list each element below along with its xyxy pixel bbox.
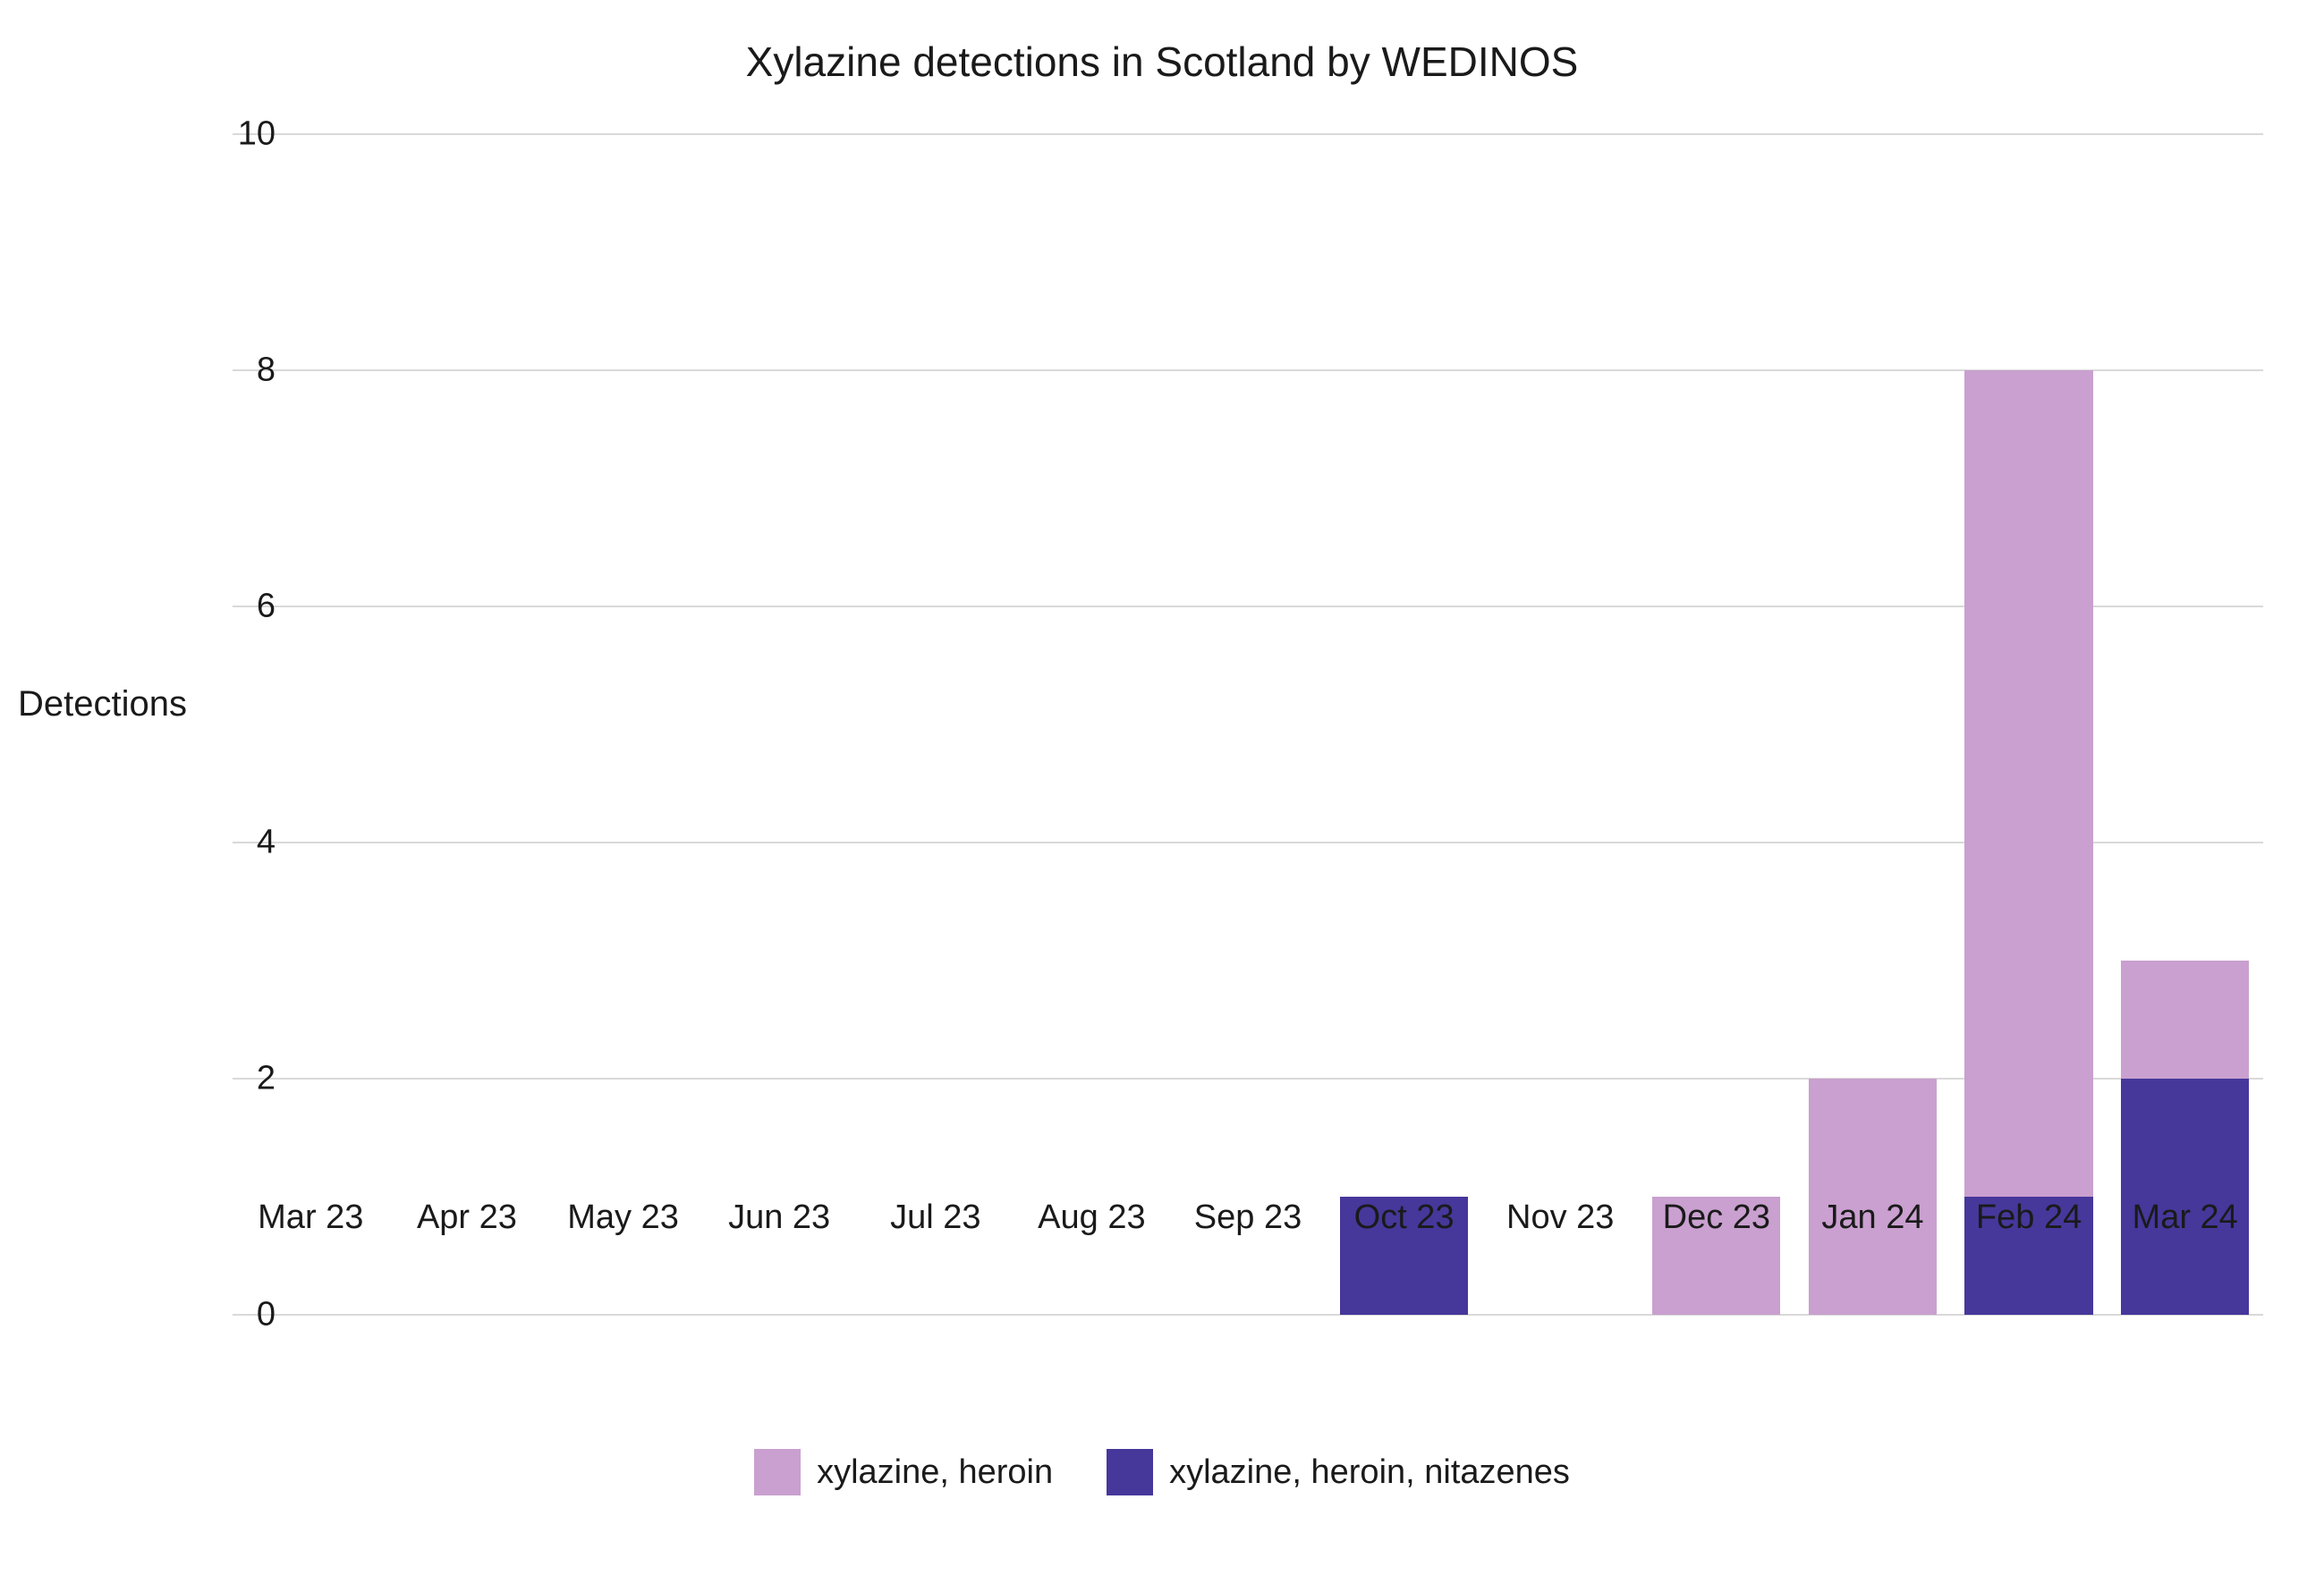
y-tick-label: 4 bbox=[204, 824, 276, 862]
y-tick-label: 2 bbox=[204, 1060, 276, 1098]
x-tick-label: Mar 23 bbox=[258, 1199, 363, 1237]
grid-line bbox=[233, 842, 2263, 843]
x-tick-label: Jul 23 bbox=[890, 1199, 980, 1237]
grid-line bbox=[233, 606, 2263, 607]
y-axis-label: Detections bbox=[18, 684, 187, 724]
legend-item: xylazine, heroin, nitazenes bbox=[1107, 1449, 1570, 1495]
legend-item: xylazine, heroin bbox=[754, 1449, 1053, 1495]
grid-line bbox=[233, 369, 2263, 371]
x-tick-label: Oct 23 bbox=[1354, 1199, 1455, 1237]
x-tick-label: Dec 23 bbox=[1663, 1199, 1770, 1237]
x-tick-label: Jun 23 bbox=[728, 1199, 830, 1237]
grid-line bbox=[233, 1314, 2263, 1316]
y-tick-label: 6 bbox=[204, 588, 276, 626]
bar-segment bbox=[1809, 1079, 1937, 1315]
chart-container: Xylazine detections in Scotland by WEDIN… bbox=[0, 0, 2324, 1584]
bar-segment bbox=[2121, 1079, 2249, 1315]
x-tick-label: Aug 23 bbox=[1038, 1199, 1145, 1237]
x-tick-label: Nov 23 bbox=[1506, 1199, 1614, 1237]
legend: xylazine, heroin xylazine, heroin, nitaze… bbox=[0, 1449, 2324, 1495]
y-tick-label: 8 bbox=[204, 352, 276, 390]
x-tick-label: Mar 24 bbox=[2133, 1199, 2238, 1237]
grid-line bbox=[233, 133, 2263, 135]
grid-line bbox=[233, 1078, 2263, 1080]
x-tick-label: Sep 23 bbox=[1194, 1199, 1302, 1237]
x-tick-label: Apr 23 bbox=[417, 1199, 517, 1237]
bar-segment bbox=[1964, 370, 2092, 1197]
bar-segment bbox=[2121, 961, 2249, 1079]
y-tick-label: 10 bbox=[204, 115, 276, 154]
y-tick-label: 0 bbox=[204, 1296, 276, 1334]
plot-area bbox=[233, 134, 2263, 1315]
legend-swatch bbox=[754, 1449, 801, 1495]
x-tick-label: Feb 24 bbox=[1976, 1199, 2082, 1237]
chart-title: Xylazine detections in Scotland by WEDIN… bbox=[0, 38, 2324, 86]
x-tick-label: Jan 24 bbox=[1821, 1199, 1923, 1237]
legend-label: xylazine, heroin, nitazenes bbox=[1169, 1453, 1570, 1492]
legend-swatch bbox=[1107, 1449, 1153, 1495]
x-tick-label: May 23 bbox=[567, 1199, 679, 1237]
legend-label: xylazine, heroin bbox=[817, 1453, 1053, 1492]
